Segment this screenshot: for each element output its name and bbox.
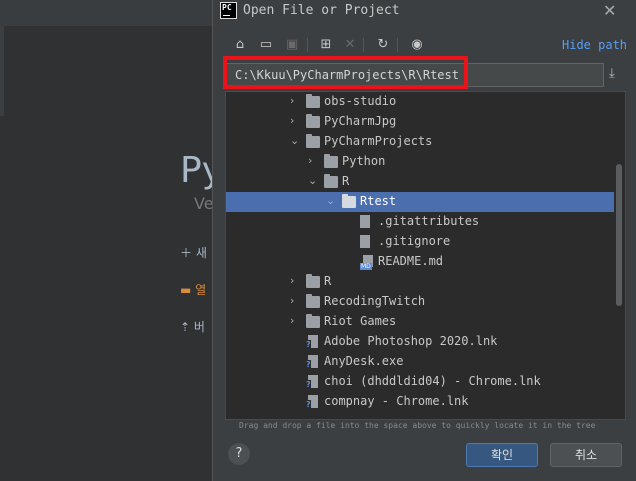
drag-drop-hint: Drag and drop a file into the space abov… (239, 421, 596, 430)
chevron-right-icon[interactable]: › (308, 154, 318, 167)
tree-item-label: README.md (378, 254, 444, 268)
welcome-action-label: 버 (193, 320, 205, 334)
tree-folder-item[interactable]: › R (226, 272, 614, 292)
project-folder-icon[interactable]: ▣ (283, 36, 301, 54)
tree-file-item[interactable]: ? AnyDesk.exe (226, 352, 614, 372)
tree-folder-item[interactable]: ⌄ Rtest (226, 192, 614, 212)
tree-item-label: Python (342, 154, 386, 168)
folder-icon (324, 154, 338, 168)
folder-icon (306, 114, 320, 128)
tree-item-label: .gitignore (378, 234, 451, 248)
ide-title-strip (0, 0, 212, 26)
tree-item-label: compnay - Chrome.lnk (324, 394, 469, 408)
tree-item-label: RecodingTwitch (324, 294, 426, 308)
new-folder-icon[interactable]: ⊞ (317, 36, 335, 54)
folder-icon (342, 194, 356, 208)
chevron-right-icon[interactable]: › (290, 94, 300, 107)
tree-folder-item[interactable]: › Riot Games (226, 312, 614, 332)
markdown-file-icon: MD (360, 255, 374, 270)
welcome-action-vcs[interactable]: ⇡ 버 (180, 318, 205, 335)
unknown-file-icon: ? (306, 395, 319, 409)
folder-icon (306, 294, 320, 308)
unknown-file-icon: ? (306, 335, 319, 349)
tree-item-label: obs-studio (324, 94, 397, 108)
tree-item-label: Riot Games (324, 314, 397, 328)
folder-icon (306, 94, 320, 108)
tree-file-item[interactable]: ? Adobe Photoshop 2020.lnk (226, 332, 614, 352)
tree-item-label: Adobe Photoshop 2020.lnk (324, 334, 498, 348)
toolbar-separator (363, 38, 364, 52)
toolbar-separator (307, 38, 308, 52)
plus-icon: ＋ (180, 246, 193, 260)
hide-path-link[interactable]: Hide path (562, 38, 627, 52)
unknown-file-icon: ? (306, 375, 319, 389)
tree-folder-item[interactable]: ⌄ PyCharmProjects (226, 132, 614, 152)
folder-icon (306, 314, 320, 328)
tree-folder-item[interactable]: › Python (226, 152, 614, 172)
unknown-file-icon: ? (306, 355, 319, 369)
dialog-title: Open File or Project (243, 3, 400, 18)
tree-folder-item[interactable]: ⌄ R (226, 172, 614, 192)
tree-file-item[interactable]: ? choi (dhddldid04) - Chrome.lnk (226, 372, 614, 392)
tree-item-label: Rtest (360, 194, 397, 208)
chevron-down-icon[interactable]: ⌄ (326, 194, 336, 207)
refresh-icon[interactable]: ↻ (374, 36, 392, 54)
chevron-right-icon[interactable]: › (290, 114, 300, 127)
tree-scrollbar[interactable] (614, 92, 624, 419)
vcs-checkout-icon: ⇡ (180, 320, 191, 334)
tree-item-label: choi (dhddldid04) - Chrome.lnk (324, 374, 541, 388)
tree-scrollbar-thumb[interactable] (616, 164, 622, 306)
welcome-version-text: Ve (194, 194, 214, 213)
home-icon[interactable]: ⌂ (231, 36, 249, 54)
folder-icon (306, 134, 320, 148)
tree-item-label: R (342, 174, 350, 188)
welcome-action-label: 새 (195, 246, 207, 260)
tree-file-item[interactable]: ? compnay - Chrome.lnk (226, 392, 614, 412)
tree-folder-item[interactable]: › obs-studio (226, 92, 614, 112)
folder-icon (324, 174, 338, 188)
ok-button[interactable]: 확인 (466, 443, 538, 467)
chevron-down-icon[interactable]: ⌄ (308, 174, 318, 187)
welcome-action-label: 열 (195, 283, 207, 297)
path-highlight-annotation (223, 56, 468, 89)
cancel-button[interactable]: 취소 (550, 443, 622, 467)
tree-item-label: PyCharmProjects (324, 134, 433, 148)
welcome-action-open[interactable]: ▬ 열 (180, 281, 206, 298)
close-icon[interactable]: ✕ (603, 1, 616, 20)
ide-side-panel (0, 26, 4, 116)
file-icon (360, 235, 370, 248)
dialog-title-bar[interactable]: PC Open File or Project ✕ (213, 0, 636, 24)
file-tree[interactable]: › obs-studio › PyCharmJpg ⌄ PyCharmProjects › P… (225, 91, 626, 420)
toolbar-separator (397, 38, 398, 52)
file-icon (360, 215, 370, 228)
chevron-down-icon[interactable]: ⌄ (290, 134, 300, 147)
tree-item-label: AnyDesk.exe (324, 354, 404, 368)
tree-item-label: R (324, 274, 332, 288)
tree-file-item[interactable]: .gitignore (226, 232, 614, 252)
folder-icon (306, 274, 320, 288)
tree-file-item[interactable]: MD README.md (226, 252, 614, 272)
desktop-icon[interactable]: ▭ (257, 36, 275, 54)
pycharm-app-icon: PC (220, 2, 237, 19)
tree-folder-item[interactable]: › PyCharmJpg (226, 112, 614, 132)
show-hidden-icon[interactable]: ◉ (408, 36, 426, 54)
tree-item-label: .gitattributes (378, 214, 480, 228)
folder-open-icon: ▬ (180, 283, 192, 297)
tree-file-item[interactable]: .gitattributes (226, 212, 614, 232)
ide-welcome-background (0, 0, 212, 481)
chevron-right-icon[interactable]: › (290, 274, 300, 287)
download-icon[interactable]: ⤓ (609, 66, 625, 84)
help-button[interactable]: ? (228, 443, 250, 465)
chevron-right-icon[interactable]: › (290, 294, 300, 307)
delete-icon[interactable]: ✕ (341, 36, 359, 54)
chevron-right-icon[interactable]: › (290, 314, 300, 327)
welcome-action-new[interactable]: ＋ 새 (180, 244, 207, 261)
tree-folder-item[interactable]: › RecodingTwitch (226, 292, 614, 312)
tree-item-label: PyCharmJpg (324, 114, 397, 128)
open-file-dialog: PC Open File or Project ✕ ⌂ ▭ ▣ ⊞ ✕ ↻ ◉ … (212, 0, 636, 481)
